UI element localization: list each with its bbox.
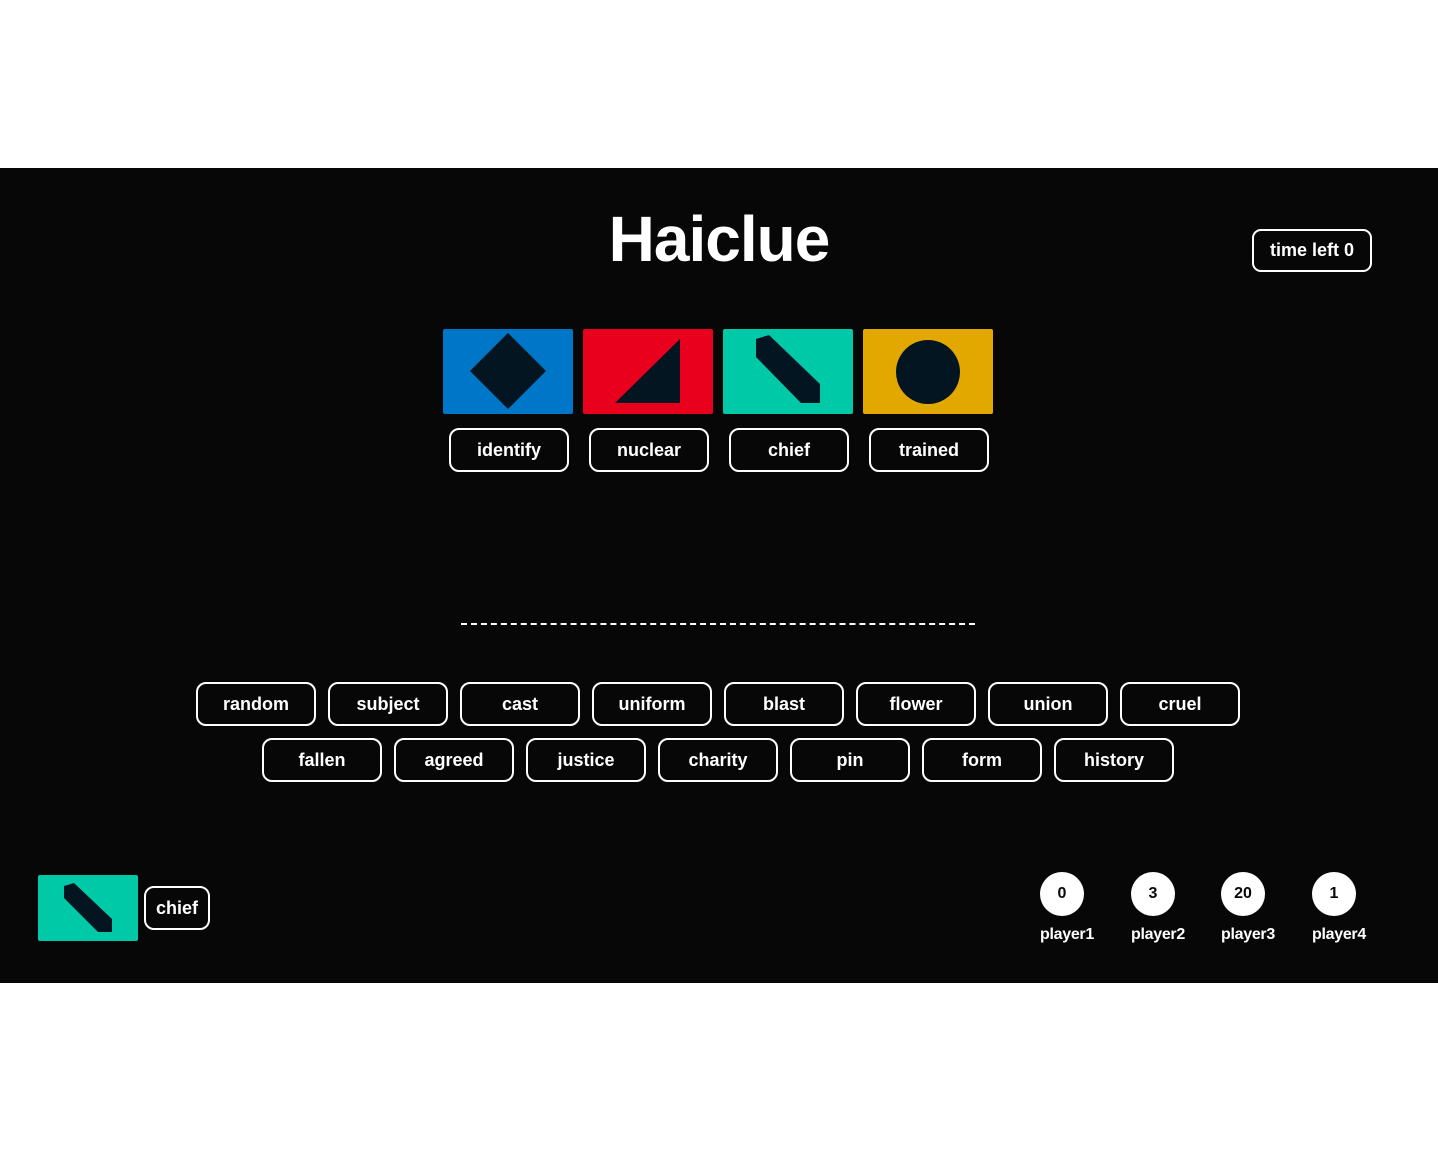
word-tile[interactable]: cast <box>460 682 580 726</box>
game-board: Haiclue time left 0 identify nuclear chi… <box>0 168 1438 983</box>
clue-card-red[interactable] <box>583 329 713 414</box>
player-score: 20 <box>1221 872 1265 916</box>
timer-label: time left <box>1269 240 1339 260</box>
slash-icon <box>64 883 112 932</box>
timer-badge: time left 0 <box>1252 229 1372 272</box>
player-entry: 3 player2 <box>1113 872 1193 944</box>
word-tile[interactable]: cruel <box>1120 682 1240 726</box>
clue-word-button[interactable]: identify <box>449 428 569 472</box>
clue-card-blue[interactable] <box>443 329 573 414</box>
player-entry: 20 player3 <box>1203 872 1283 944</box>
word-tile[interactable]: blast <box>724 682 844 726</box>
word-tile[interactable]: pin <box>790 738 910 782</box>
player-name: player2 <box>1131 926 1185 943</box>
player-entry: 1 player4 <box>1294 872 1374 944</box>
word-tile[interactable]: uniform <box>592 682 712 726</box>
word-tile[interactable]: agreed <box>394 738 514 782</box>
player-score: 1 <box>1312 872 1356 916</box>
word-tile[interactable]: random <box>196 682 316 726</box>
player-entry: 0 player1 <box>1022 872 1102 944</box>
timer-value: 0 <box>1344 240 1355 260</box>
word-tile[interactable]: union <box>988 682 1108 726</box>
page-title: Haiclue <box>608 203 831 275</box>
player-score: 0 <box>1040 872 1084 916</box>
word-tile[interactable]: fallen <box>262 738 382 782</box>
my-card <box>38 875 138 941</box>
clue-word-button[interactable]: chief <box>729 428 849 472</box>
slash-icon <box>756 335 820 403</box>
clue-word-button[interactable]: nuclear <box>589 428 709 472</box>
word-tile[interactable]: charity <box>658 738 778 782</box>
word-tile[interactable]: flower <box>856 682 976 726</box>
word-tile[interactable]: subject <box>328 682 448 726</box>
my-word: chief <box>144 886 210 930</box>
divider <box>461 623 975 625</box>
player-score: 3 <box>1131 872 1175 916</box>
player-name: player1 <box>1040 926 1094 943</box>
diamond-icon <box>470 333 546 409</box>
player-name: player3 <box>1221 926 1275 943</box>
word-tile[interactable]: form <box>922 738 1042 782</box>
word-tile[interactable]: history <box>1054 738 1174 782</box>
triangle-icon <box>615 339 680 403</box>
circle-icon <box>896 340 960 404</box>
clue-word-button[interactable]: trained <box>869 428 989 472</box>
player-name: player4 <box>1312 926 1366 943</box>
clue-card-teal[interactable] <box>723 329 853 414</box>
clue-card-gold[interactable] <box>863 329 993 414</box>
word-tile[interactable]: justice <box>526 738 646 782</box>
